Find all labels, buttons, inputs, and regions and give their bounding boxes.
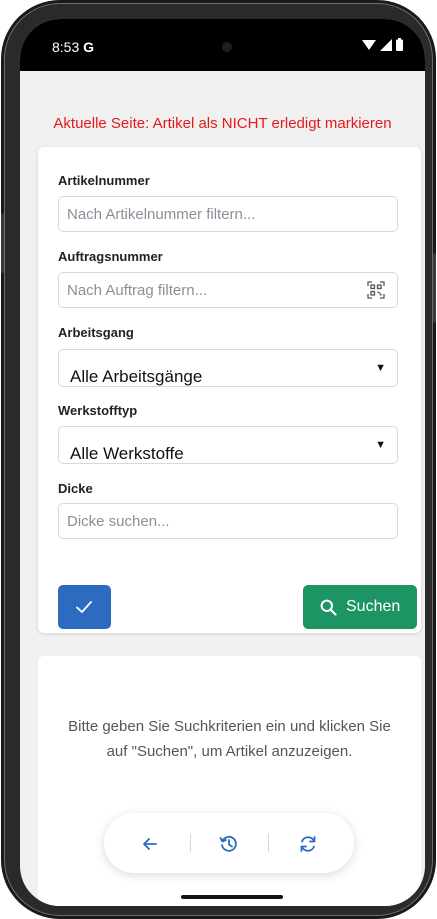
battery-icon [396,38,403,51]
article-number-field[interactable] [58,196,398,232]
current-page-hint: Aktuelle Seite: Artikel als NICHT erledi… [53,115,392,132]
empty-state-message: Bitte geben Sie Suchkriterien ein und kl… [68,718,391,760]
chevron-down-icon: ▼ [375,362,386,374]
material-type-label: Werkstofftyp [58,403,138,418]
material-type-select[interactable]: Alle Werkstoffe ▼ [58,426,398,464]
operation-selected-value: Alle Arbeitsgänge [70,367,203,386]
thickness-field[interactable] [58,503,398,539]
history-icon[interactable] [218,833,240,855]
thickness-input[interactable] [59,504,347,538]
operation-label: Arbeitsgang [58,325,134,340]
google-glyph: G [83,39,95,55]
phone-frame: 8:53 G Aktuelle Seite: Artikel als NICHT… [1,3,436,916]
order-number-input[interactable] [59,273,347,307]
wifi-icon [362,39,376,50]
volume-button [1,213,4,273]
search-icon [320,599,337,616]
status-icons [362,38,403,51]
thickness-label: Dicke [58,481,93,496]
divider [190,834,191,852]
search-button[interactable]: Suchen [303,585,417,629]
order-number-field[interactable] [58,272,398,308]
arrow-left-icon[interactable] [139,833,161,855]
status-bar: 8:53 G [20,19,425,71]
search-button-label: Suchen [346,598,401,615]
operation-select[interactable]: Alle Arbeitsgänge ▼ [58,349,398,387]
home-indicator[interactable] [181,895,283,899]
check-icon [76,601,92,613]
confirm-button[interactable] [58,585,111,629]
chevron-down-icon: ▼ [375,439,386,451]
article-number-label: Artikelnummer [58,173,150,188]
front-camera [223,43,231,51]
article-number-input[interactable] [59,197,347,231]
filter-card: Artikelnummer Auftragsnummer Arbeitsgang [38,147,421,633]
refresh-icon[interactable] [297,833,319,855]
material-selected-value: Alle Werkstoffe [70,444,184,463]
clock: 8:53 [52,39,80,55]
bottom-action-bar [104,813,354,873]
signal-icon [380,38,392,51]
power-button [433,253,436,323]
order-number-label: Auftragsnummer [58,249,163,264]
screen: 8:53 G Aktuelle Seite: Artikel als NICHT… [20,19,425,906]
qr-code-icon[interactable] [367,281,385,299]
divider [268,834,269,852]
status-time: 8:53 G [52,39,94,55]
